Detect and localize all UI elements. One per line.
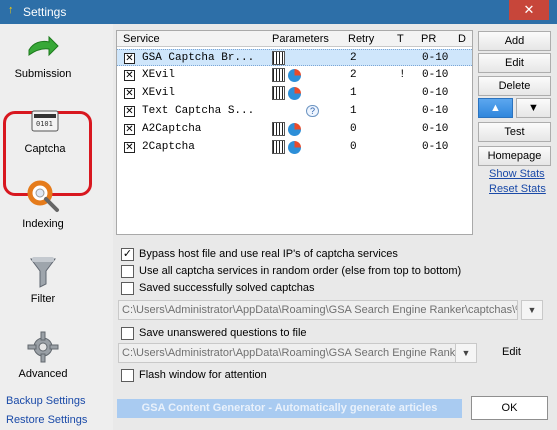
save-unanswered-label[interactable]: Save unanswered questions to file	[139, 327, 307, 339]
gear-icon	[27, 331, 59, 363]
question-bubble-icon: ?	[306, 105, 319, 117]
pr-value: 0-10	[422, 105, 449, 117]
row-checkbox[interactable]: ✕	[124, 142, 135, 153]
random-order-checkbox[interactable]	[121, 265, 134, 278]
sidebar-item-label: Advanced	[18, 368, 68, 380]
homepage-button[interactable]: Homepage	[478, 146, 551, 166]
edit-button[interactable]: Edit	[478, 53, 551, 73]
service-name: GSA Captcha Br...	[142, 52, 255, 64]
reset-stats-link[interactable]: Reset Stats	[489, 183, 546, 195]
settings-sidebar: Submission 0101 Captcha Indexing Filter	[0, 24, 113, 430]
bypass-hostfile-label[interactable]: Bypass host file and use real IP's of ca…	[139, 248, 398, 260]
pr-value: 0-10	[422, 87, 449, 99]
row-checkbox[interactable]: ✕	[124, 70, 135, 81]
recaptcha-icon	[288, 69, 301, 82]
column-d[interactable]: D	[458, 33, 466, 45]
retry-value: 0	[350, 123, 357, 135]
delete-button[interactable]: Delete	[478, 76, 551, 96]
add-button[interactable]: Add	[478, 31, 551, 51]
solved-captchas-path-field[interactable]: C:\Users\Administrator\AppData\Roaming\G…	[118, 300, 518, 320]
pr-value: 0-10	[422, 123, 449, 135]
column-retry[interactable]: Retry	[348, 33, 374, 45]
column-parameters[interactable]: Parameters	[272, 33, 329, 45]
pr-value: 0-10	[422, 52, 449, 64]
retry-value: 1	[350, 105, 357, 117]
lifebuoy-search-icon	[27, 180, 59, 212]
sidebar-item-label: Captcha	[24, 143, 66, 155]
sidebar-item-indexing[interactable]: Indexing	[4, 180, 82, 230]
table-row[interactable]: ✕ GSA Captcha Br... 2 0-10	[117, 49, 472, 66]
row-checkbox[interactable]: ✕	[124, 106, 135, 117]
random-order-label[interactable]: Use all captcha services in random order…	[139, 265, 461, 277]
sidebar-item-filter[interactable]: Filter	[4, 255, 82, 305]
service-name: Text Captcha S...	[142, 105, 255, 117]
row-checkbox[interactable]: ✕	[124, 124, 135, 135]
unanswered-questions-path-field[interactable]: C:\Users\Administrator\AppData\Roaming\G…	[118, 343, 456, 363]
row-checkbox[interactable]: ✕	[124, 53, 135, 64]
window-title: Settings	[23, 5, 67, 19]
flash-window-checkbox[interactable]	[121, 369, 134, 382]
app-icon: ↑	[8, 4, 14, 16]
captcha-icon: 0101	[31, 110, 59, 132]
svg-text:0101: 0101	[36, 120, 53, 128]
service-name: XEvil	[142, 69, 176, 81]
pr-value: 0-10	[422, 141, 449, 153]
move-down-button[interactable]: ▼	[516, 98, 551, 118]
close-button[interactable]: ✕	[509, 0, 549, 20]
row-checkbox[interactable]: ✕	[124, 88, 135, 99]
funnel-icon	[30, 257, 56, 288]
service-name: XEvil	[142, 87, 176, 99]
type-value: !	[399, 69, 406, 81]
show-stats-link[interactable]: Show Stats	[489, 168, 545, 180]
flash-window-label[interactable]: Flash window for attention	[139, 369, 267, 381]
bypass-hostfile-checkbox[interactable]: ✓	[121, 248, 134, 261]
unanswered-path-dropdown-button[interactable]: ▼	[455, 343, 477, 363]
table-row[interactable]: ✕ 2Captcha 0 0-10	[117, 139, 472, 156]
barcode-icon	[272, 68, 285, 82]
window-titlebar: ↑ Settings ✕	[0, 0, 557, 24]
table-row[interactable]: ✕ XEvil 1 0-10	[117, 85, 472, 102]
sidebar-item-label: Filter	[30, 293, 56, 305]
backup-settings-link[interactable]: Backup Settings	[6, 395, 86, 407]
move-up-button[interactable]: ▲	[478, 98, 513, 118]
ok-button[interactable]: OK	[471, 396, 548, 420]
column-pr[interactable]: PR	[421, 33, 436, 45]
retry-value: 2	[350, 52, 357, 64]
sidebar-item-label: Submission	[14, 68, 72, 80]
barcode-icon	[272, 122, 285, 136]
table-row[interactable]: ✕ XEvil 2 ! 0-10	[117, 67, 472, 84]
sidebar-item-captcha[interactable]: 0101 Captcha	[12, 105, 78, 155]
unanswered-path-edit-button[interactable]: Edit	[502, 346, 521, 358]
captcha-services-table: Service Parameters Retry T PR D ✕ GSA Ca…	[116, 30, 473, 235]
column-service[interactable]: Service	[123, 33, 160, 45]
table-row[interactable]: ✕ Text Captcha S... ? 1 0-10	[117, 103, 472, 120]
sidebar-item-advanced[interactable]: Advanced	[4, 330, 82, 380]
retry-value: 0	[350, 141, 357, 153]
save-unanswered-checkbox[interactable]	[121, 327, 134, 340]
service-name: 2Captcha	[142, 141, 195, 153]
save-solved-checkbox[interactable]	[121, 282, 134, 295]
arrow-right-icon	[28, 35, 59, 57]
sidebar-item-label: Indexing	[22, 218, 64, 230]
pr-value: 0-10	[422, 69, 449, 81]
content-generator-banner[interactable]: GSA Content Generator - Automatically ge…	[117, 399, 462, 418]
save-solved-label[interactable]: Saved successfully solved captchas	[139, 282, 314, 294]
retry-value: 1	[350, 87, 357, 99]
recaptcha-icon	[288, 123, 301, 136]
recaptcha-icon	[288, 87, 301, 100]
table-row[interactable]: ✕ A2Captcha 0 0-10	[117, 121, 472, 138]
column-t[interactable]: T	[397, 33, 404, 45]
sidebar-item-submission[interactable]: Submission	[4, 34, 82, 80]
barcode-icon	[272, 86, 285, 100]
service-name: A2Captcha	[142, 123, 202, 135]
solved-path-dropdown-button[interactable]: ▼	[521, 300, 543, 320]
restore-settings-link[interactable]: Restore Settings	[6, 414, 87, 426]
barcode-icon	[272, 51, 285, 65]
table-header: Service Parameters Retry T PR D	[117, 31, 472, 47]
retry-value: 2	[350, 69, 357, 81]
recaptcha-icon	[288, 141, 301, 154]
test-button[interactable]: Test	[478, 122, 551, 142]
barcode-icon	[272, 140, 285, 154]
